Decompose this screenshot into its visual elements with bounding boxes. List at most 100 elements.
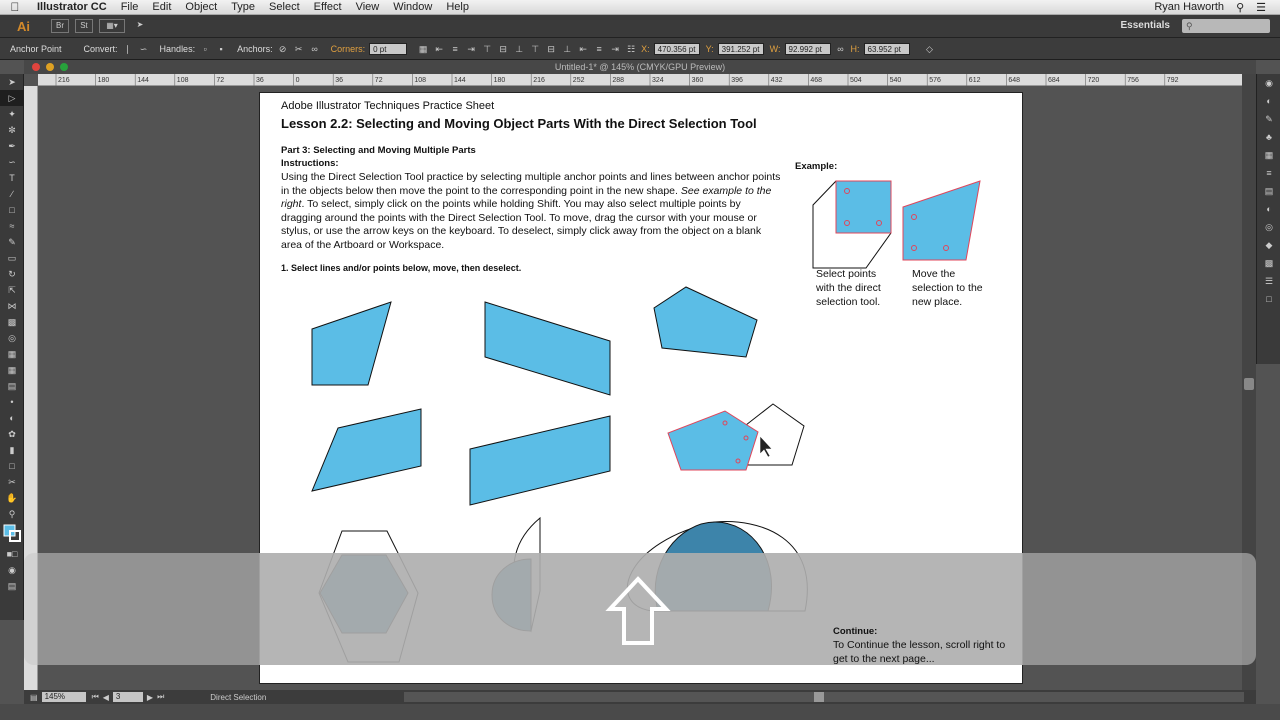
perspective-tool-icon[interactable]: ▦ (0, 346, 24, 362)
eyedropper-tool-icon[interactable]: • (0, 394, 24, 410)
zoom-field[interactable]: 145% (41, 692, 86, 702)
menu-help[interactable]: Help (439, 1, 476, 13)
horizontal-scrollbar[interactable] (404, 692, 1244, 702)
horizontal-ruler[interactable]: 216 180 144 108 72 36 0 36 72 108 144 180 216 252 288 3… (38, 74, 1242, 86)
fill-stroke-swatch[interactable] (0, 522, 24, 546)
arrange-documents-icon[interactable]: ▦▾ (99, 19, 125, 33)
menu-object[interactable]: Object (178, 1, 224, 13)
appearance-panel-icon[interactable]: ◎ (1257, 218, 1280, 236)
menu-window[interactable]: Window (386, 1, 439, 13)
distribute-top-icon[interactable]: ⊤ (529, 43, 541, 55)
practice-shape[interactable] (311, 408, 422, 492)
free-transform-tool-icon[interactable]: ▩ (0, 314, 24, 330)
artboard-tool-icon[interactable]: □ (0, 458, 24, 474)
remove-anchor-icon[interactable]: ⊘ (277, 43, 289, 55)
show-handles-icon[interactable]: ▫ (199, 43, 211, 55)
scale-tool-icon[interactable]: ⇱ (0, 282, 24, 298)
hide-handles-icon[interactable]: ▪ (215, 43, 227, 55)
list-menu-icon[interactable]: ☰ (1256, 1, 1266, 14)
direct-selection-tool-icon[interactable]: ▷ (0, 90, 24, 106)
practice-shape[interactable] (311, 301, 392, 386)
type-tool-icon[interactable]: T (0, 170, 24, 186)
align-middle-icon[interactable]: ⊟ (497, 43, 509, 55)
corners-field[interactable]: 0 pt (369, 42, 408, 55)
lasso-tool-icon[interactable]: ✼ (0, 122, 24, 138)
example-selected-shape[interactable] (835, 180, 892, 234)
menu-effect[interactable]: Effect (307, 1, 349, 13)
vertical-scroll-thumb[interactable] (1244, 378, 1254, 390)
artboards-panel-icon[interactable]: □ (1257, 290, 1280, 308)
bridge-icon[interactable]: Br (51, 19, 69, 33)
spotlight-search-icon[interactable]: ⚲ (1236, 1, 1244, 14)
align-top-icon[interactable]: ⊤ (481, 43, 493, 55)
stock-icon[interactable]: St (75, 19, 93, 33)
eraser-tool-icon[interactable]: ▭ (0, 250, 24, 266)
menu-view[interactable]: View (349, 1, 387, 13)
pencil-tool-icon[interactable]: ✎ (0, 234, 24, 250)
align-right-icon[interactable]: ⇥ (465, 43, 477, 55)
x-field[interactable]: 470.356 pt (653, 42, 700, 55)
paintbrush-tool-icon[interactable]: ≈ (0, 218, 24, 234)
blend-tool-icon[interactable]: ◐ (0, 410, 24, 426)
draw-mode-icon[interactable]: ◉ (0, 562, 24, 578)
gpu-performance-icon[interactable]: ➤ (131, 19, 149, 33)
practice-shape[interactable] (469, 415, 611, 506)
w-field[interactable]: 92.992 pt (784, 42, 831, 55)
search-input[interactable]: ⚲ (1182, 19, 1270, 33)
line-tool-icon[interactable]: ∕ (0, 186, 24, 202)
align-to-icon[interactable]: ▦ (417, 43, 429, 55)
rotate-tool-icon[interactable]: ↻ (0, 266, 24, 282)
zoom-tool-icon[interactable]: ⚲ (0, 506, 24, 522)
horizontal-scroll-thumb[interactable] (814, 692, 824, 702)
zoom-window-icon[interactable] (60, 63, 68, 71)
layers-panel-icon[interactable]: ☰ (1257, 272, 1280, 290)
stroke-panel-icon[interactable]: ≡ (1257, 164, 1280, 182)
scroll-up-arrow-icon[interactable] (604, 575, 674, 647)
constrain-proportions-icon[interactable]: ∞ (835, 43, 847, 55)
cut-path-icon[interactable]: ✂ (293, 43, 305, 55)
example-moved-shape[interactable] (902, 180, 981, 261)
color-mode-icon[interactable]: ■□ (0, 546, 24, 562)
pen-tool-icon[interactable]: ✒ (0, 138, 24, 154)
join-path-icon[interactable]: ∞ (309, 43, 321, 55)
minimize-window-icon[interactable] (46, 63, 54, 71)
close-window-icon[interactable] (32, 63, 40, 71)
pathfinder-panel-icon[interactable]: ▩ (1257, 254, 1280, 272)
hand-tool-icon[interactable]: ✋ (0, 490, 24, 506)
selection-tool-icon[interactable]: ➤ (0, 74, 24, 90)
distribute-middle-icon[interactable]: ⊟ (545, 43, 557, 55)
practice-shape[interactable] (653, 286, 758, 358)
first-artboard-icon[interactable]: ⏮ (92, 692, 99, 702)
mesh-tool-icon[interactable]: ▦ (0, 362, 24, 378)
prev-artboard-icon[interactable]: ◀ (103, 693, 109, 702)
brushes-panel-icon[interactable]: ✎ (1257, 110, 1280, 128)
h-field[interactable]: 63.952 pt (863, 42, 910, 55)
practice-shape[interactable] (484, 301, 611, 396)
align-left-icon[interactable]: ⇤ (433, 43, 445, 55)
align-center-icon[interactable]: ≡ (449, 43, 461, 55)
column-graph-tool-icon[interactable]: ▮ (0, 442, 24, 458)
practice-selected-shape[interactable] (667, 410, 759, 471)
shape-builder-tool-icon[interactable]: ◎ (0, 330, 24, 346)
transparency-panel-icon[interactable]: ◐ (1257, 200, 1280, 218)
slice-tool-icon[interactable]: ✂ (0, 474, 24, 490)
artboard-nav-icon[interactable]: ▤ (30, 693, 38, 702)
symbols-panel-icon[interactable]: ♣ (1257, 128, 1280, 146)
align-bottom-icon[interactable]: ⊥ (513, 43, 525, 55)
gradient-tool-icon[interactable]: ▤ (0, 378, 24, 394)
color-panel-icon[interactable]: ◉ (1257, 74, 1280, 92)
color-guide-icon[interactable]: ◐ (1257, 92, 1280, 110)
magic-wand-tool-icon[interactable]: ✦ (0, 106, 24, 122)
distribute-bottom-icon[interactable]: ⊥ (561, 43, 573, 55)
menu-app-name[interactable]: Illustrator CC (30, 1, 114, 13)
menu-file[interactable]: File (114, 1, 146, 13)
distribute-left-icon[interactable]: ⇤ (577, 43, 589, 55)
rectangle-tool-icon[interactable]: □ (0, 202, 24, 218)
workspace-switcher[interactable]: Essentials (1121, 20, 1170, 31)
gradient-panel-icon[interactable]: ▤ (1257, 182, 1280, 200)
symbol-sprayer-tool-icon[interactable]: ✿ (0, 426, 24, 442)
convert-corner-icon[interactable]: ∣ (122, 43, 134, 55)
last-artboard-icon[interactable]: ⏭ (157, 692, 164, 702)
transform-ref-icon[interactable]: ☷ (625, 43, 637, 55)
next-artboard-icon[interactable]: ▶ (147, 693, 153, 702)
